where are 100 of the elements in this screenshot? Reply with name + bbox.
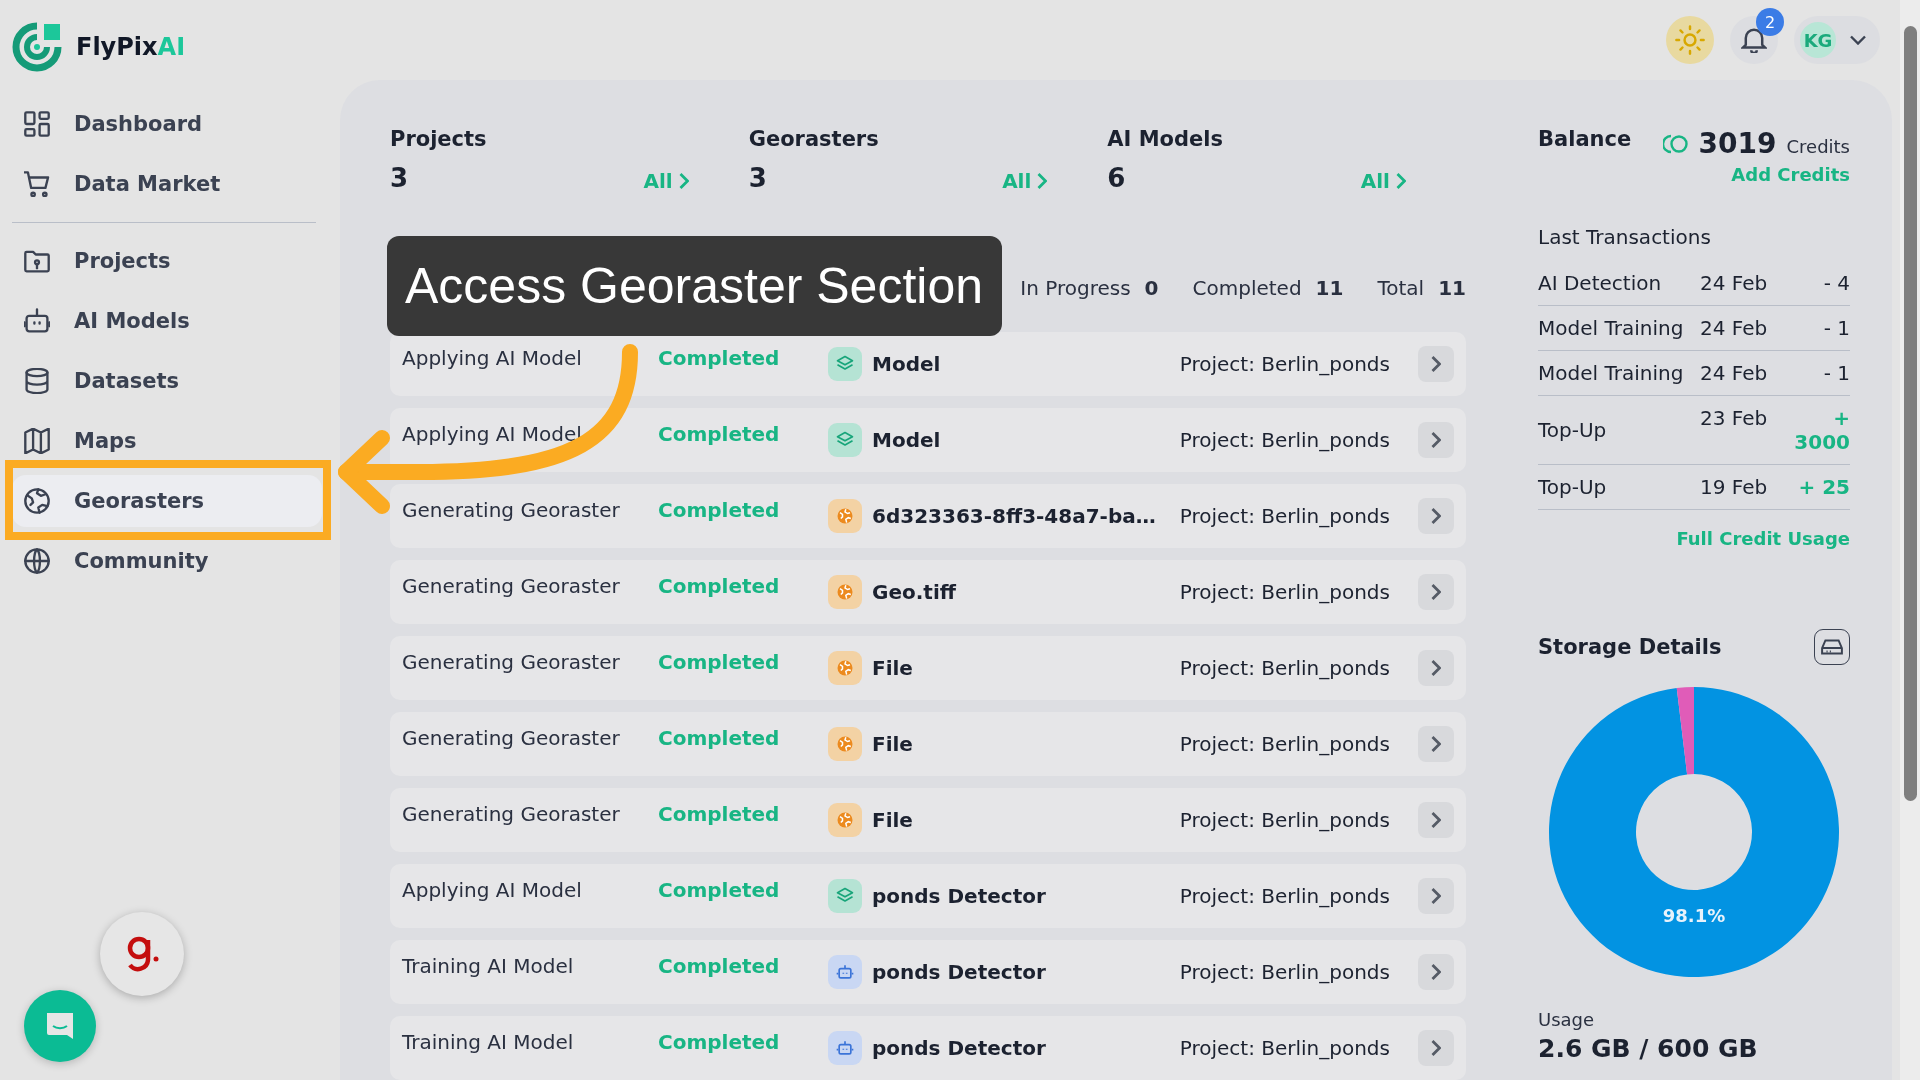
logo-icon bbox=[12, 22, 62, 72]
storage-button[interactable] bbox=[1814, 629, 1850, 665]
item-name: Geo.tiff bbox=[872, 580, 956, 604]
transaction-date: 24 Feb bbox=[1700, 316, 1769, 340]
transaction-type: Top-Up bbox=[1538, 418, 1608, 442]
task-type: Generating Georaster bbox=[402, 498, 621, 522]
project-name: Project: Berlin_ponds bbox=[1178, 808, 1391, 832]
section-title: Last Transactions bbox=[1538, 225, 1712, 249]
section-title: Storage Details bbox=[1538, 635, 1722, 659]
chevron-icon bbox=[1431, 1040, 1441, 1056]
chevron-icon bbox=[1431, 508, 1441, 524]
project-name: Project: Berlin_ponds bbox=[1178, 1036, 1391, 1060]
transaction-amount: - 4 bbox=[1823, 271, 1850, 295]
sidebar-item[interactable]: Community bbox=[12, 535, 322, 587]
count-value: 0 bbox=[1144, 276, 1159, 300]
project-name: Project: Berlin_ponds bbox=[1178, 504, 1391, 528]
transaction-type: Model Training bbox=[1538, 361, 1685, 385]
globe-icon bbox=[828, 499, 862, 533]
task-type: Generating Georaster bbox=[402, 650, 621, 674]
task-type: Applying AI Model bbox=[402, 878, 583, 902]
item-name: ponds Detector bbox=[872, 884, 1046, 908]
chevron-icon bbox=[1037, 173, 1048, 189]
chevron-button[interactable] bbox=[1418, 726, 1454, 762]
chevron-button[interactable] bbox=[1418, 498, 1454, 534]
chevron-button[interactable] bbox=[1418, 1030, 1454, 1066]
task-type: Applying AI Model bbox=[402, 422, 583, 446]
credit-amount: 3019 bbox=[1698, 127, 1777, 160]
project-name: Project: Berlin_ponds bbox=[1178, 732, 1391, 756]
database-icon bbox=[24, 368, 50, 394]
count-label: In Progress bbox=[1020, 276, 1131, 300]
layers-icon bbox=[828, 347, 862, 381]
task-status: Completed bbox=[658, 422, 781, 446]
item-name: Model bbox=[872, 352, 941, 376]
transaction-type: Top-Up bbox=[1538, 475, 1608, 499]
task-status: Completed bbox=[658, 1030, 781, 1054]
project-name: Project: Berlin_ponds bbox=[1178, 428, 1391, 452]
task-status: Completed bbox=[658, 346, 781, 370]
dashboard-icon bbox=[24, 111, 50, 137]
sidebar-item[interactable]: Dashboard bbox=[12, 98, 322, 150]
stat-value: 6 bbox=[1107, 163, 1126, 193]
task-status: Completed bbox=[658, 878, 781, 902]
chevron-icon bbox=[1431, 584, 1441, 600]
task-type: Generating Georaster bbox=[402, 726, 621, 750]
transaction-date: 24 Feb bbox=[1700, 361, 1769, 385]
sidebar-item[interactable]: Datasets bbox=[12, 355, 322, 407]
stat-label: Projects bbox=[390, 127, 488, 151]
chevron-button[interactable] bbox=[1418, 802, 1454, 838]
sidebar-item[interactable]: Projects bbox=[12, 235, 322, 287]
task-status: Completed bbox=[658, 954, 781, 978]
item-name: Model bbox=[872, 428, 941, 452]
stat-label: Georasters bbox=[748, 127, 880, 151]
robot-icon bbox=[828, 955, 862, 989]
chevron-icon bbox=[1431, 736, 1441, 752]
help-button[interactable] bbox=[100, 912, 184, 996]
theme-toggle[interactable] bbox=[1666, 16, 1714, 64]
stat-value: 3 bbox=[390, 163, 409, 193]
sidebar-item[interactable]: Georasters bbox=[12, 475, 322, 527]
robot-icon bbox=[828, 1031, 862, 1065]
task-status: Completed bbox=[658, 650, 781, 674]
project-name: Project: Berlin_ponds bbox=[1178, 352, 1391, 376]
chevron-button[interactable] bbox=[1418, 574, 1454, 610]
layers-icon bbox=[828, 879, 862, 913]
transaction-date: 23 Feb bbox=[1700, 406, 1769, 430]
task-status: Completed bbox=[658, 498, 781, 522]
scrollbar[interactable] bbox=[1900, 0, 1920, 1080]
task-status: Completed bbox=[658, 802, 781, 826]
item-name: File bbox=[872, 732, 913, 756]
task-type: Generating Georaster bbox=[402, 802, 621, 826]
notification-badge: 2 bbox=[1756, 8, 1784, 36]
project-name: Project: Berlin_ponds bbox=[1178, 960, 1391, 984]
chevron-button[interactable] bbox=[1418, 878, 1454, 914]
task-status: Completed bbox=[658, 726, 781, 750]
item-name: File bbox=[872, 656, 913, 680]
chevron-button[interactable] bbox=[1418, 346, 1454, 382]
credit-unit: Credits bbox=[1786, 136, 1850, 157]
sidebar-item[interactable]: AI Models bbox=[12, 295, 322, 347]
transaction-date: 19 Feb bbox=[1700, 475, 1769, 499]
chevron-icon bbox=[1396, 173, 1406, 189]
sidebar-item[interactable]: Data Market bbox=[12, 158, 322, 210]
project-name: Project: Berlin_ponds bbox=[1178, 580, 1391, 604]
item-name: ponds Detector bbox=[872, 1036, 1046, 1060]
chevron-icon bbox=[1431, 356, 1441, 372]
stat-label: AI Models bbox=[1107, 127, 1224, 151]
chevron-button[interactable] bbox=[1418, 422, 1454, 458]
credits-icon bbox=[1662, 132, 1689, 155]
chevron-button[interactable] bbox=[1418, 650, 1454, 686]
caret-icon bbox=[1850, 35, 1866, 45]
transaction-amount: - 1 bbox=[1823, 316, 1850, 340]
transaction-amount: + 25 bbox=[1797, 475, 1850, 499]
chevron-icon bbox=[678, 173, 689, 189]
transaction-type: AI Detection bbox=[1538, 271, 1663, 295]
project-name: Project: Berlin_ponds bbox=[1178, 884, 1391, 908]
sidebar-item[interactable]: Maps bbox=[12, 415, 322, 467]
chevron-button[interactable] bbox=[1418, 954, 1454, 990]
globe-icon bbox=[828, 727, 862, 761]
transaction-amount: - 1 bbox=[1823, 361, 1850, 385]
brand-name: FlyPixAI bbox=[76, 33, 186, 61]
drive-icon bbox=[1821, 639, 1843, 655]
sun-icon bbox=[1675, 25, 1705, 55]
project-name: Project: Berlin_ponds bbox=[1178, 656, 1391, 680]
